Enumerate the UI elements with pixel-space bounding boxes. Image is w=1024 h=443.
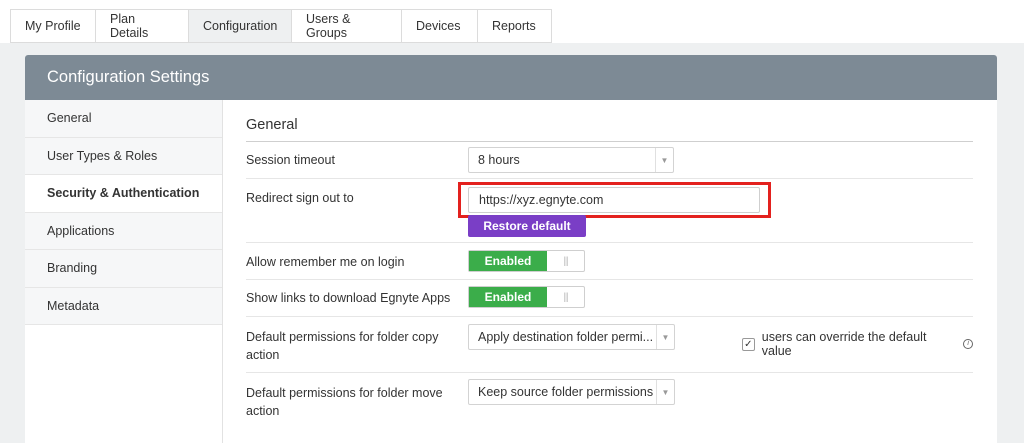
session-timeout-label: Session timeout bbox=[246, 153, 335, 167]
redirect-label: Redirect sign out to bbox=[246, 191, 354, 205]
panel-title: Configuration Settings bbox=[25, 55, 997, 100]
copy-permissions-label-line2: action bbox=[246, 348, 280, 362]
tab-reports[interactable]: Reports bbox=[477, 9, 552, 43]
move-permissions-label-line1: Default permissions for folder move bbox=[246, 386, 443, 400]
override-checkbox[interactable]: ✓ bbox=[742, 337, 755, 351]
copy-permissions-select[interactable]: Apply destination folder permi... ▼ bbox=[468, 324, 675, 350]
remember-me-label: Allow remember me on login bbox=[246, 255, 405, 269]
remember-me-toggle[interactable]: Enabled ||| bbox=[468, 250, 585, 272]
remember-me-row: Allow remember me on login Enabled ||| bbox=[246, 243, 973, 280]
toggle-grip-icon: ||| bbox=[563, 255, 569, 267]
tab-configuration[interactable]: Configuration bbox=[188, 9, 291, 43]
tab-users-groups[interactable]: Users & Groups bbox=[291, 9, 401, 43]
section-title: General bbox=[246, 100, 973, 142]
sidebar-item-applications[interactable]: Applications bbox=[25, 212, 222, 250]
toggle-grip-icon: ||| bbox=[563, 291, 569, 303]
sidebar-item-general[interactable]: General bbox=[25, 100, 222, 138]
copy-permissions-label: Default permissions for folder copy acti… bbox=[246, 328, 438, 364]
override-label: users can override the default value bbox=[761, 330, 927, 358]
override-option: ✓ users can override the default value i bbox=[742, 330, 973, 358]
sidebar-item-branding[interactable]: Branding bbox=[25, 250, 222, 288]
toggle-enabled-label: Enabled bbox=[469, 251, 547, 271]
session-timeout-row: Session timeout 8 hours ▼ bbox=[246, 142, 973, 179]
restore-default-button[interactable]: Restore default bbox=[468, 215, 586, 237]
toggle-enabled-label: Enabled bbox=[469, 287, 547, 307]
top-tabs: My Profile Plan Details Configuration Us… bbox=[10, 9, 552, 43]
info-icon[interactable]: i bbox=[963, 339, 973, 349]
sidebar-item-security-authentication[interactable]: Security & Authentication bbox=[25, 175, 222, 213]
settings-sidebar: General User Types & Roles Security & Au… bbox=[25, 100, 223, 443]
tab-devices[interactable]: Devices bbox=[401, 9, 477, 43]
redirect-row: Redirect sign out to Restore default bbox=[246, 179, 973, 243]
sidebar-item-metadata[interactable]: Metadata bbox=[25, 287, 222, 325]
chevron-down-icon: ▼ bbox=[656, 380, 674, 404]
tab-my-profile[interactable]: My Profile bbox=[10, 9, 95, 43]
settings-content: General Session timeout 8 hours ▼ Redire… bbox=[246, 100, 973, 429]
session-timeout-select[interactable]: 8 hours ▼ bbox=[468, 147, 674, 173]
configuration-panel: Configuration Settings General User Type… bbox=[25, 55, 997, 443]
move-permissions-label-line2: action bbox=[246, 404, 280, 418]
chevron-down-icon: ▼ bbox=[655, 148, 673, 172]
show-links-row: Show links to download Egnyte Apps Enabl… bbox=[246, 280, 973, 317]
highlight-box bbox=[458, 182, 771, 218]
move-permissions-label: Default permissions for folder move acti… bbox=[246, 384, 443, 420]
copy-permissions-label-line1: Default permissions for folder copy bbox=[246, 330, 439, 344]
move-permissions-row: Default permissions for folder move acti… bbox=[246, 373, 973, 429]
show-links-toggle[interactable]: Enabled ||| bbox=[468, 286, 585, 308]
chevron-down-icon: ▼ bbox=[656, 325, 674, 349]
tab-plan-details[interactable]: Plan Details bbox=[95, 9, 188, 43]
move-permissions-value: Keep source folder permissions bbox=[478, 385, 654, 399]
copy-permissions-row: Default permissions for folder copy acti… bbox=[246, 317, 973, 373]
move-permissions-select[interactable]: Keep source folder permissions ▼ bbox=[468, 379, 675, 405]
show-links-label: Show links to download Egnyte Apps bbox=[246, 291, 451, 305]
session-timeout-value: 8 hours bbox=[478, 153, 520, 167]
sidebar-item-user-types-roles[interactable]: User Types & Roles bbox=[25, 137, 222, 175]
copy-permissions-value: Apply destination folder permi... bbox=[478, 330, 654, 344]
